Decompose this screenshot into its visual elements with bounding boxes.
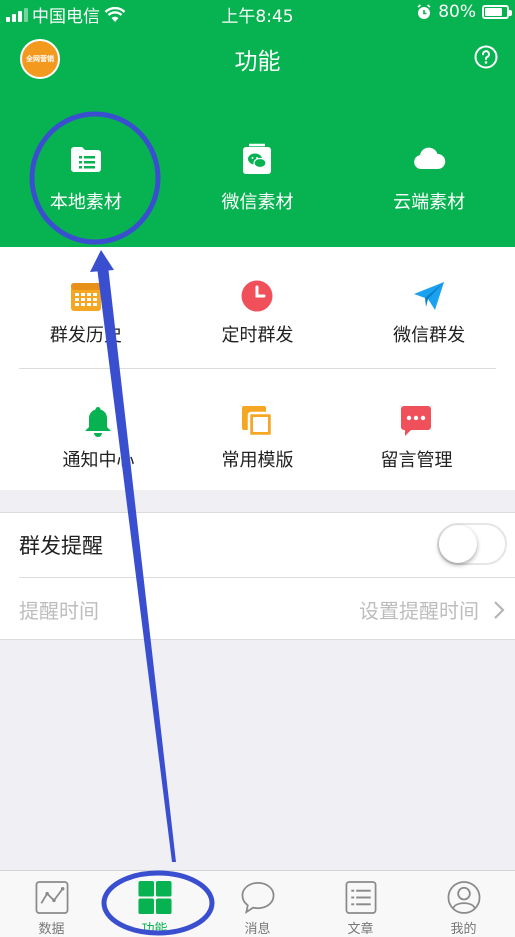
cloud-material-button[interactable]: 云端素材: [343, 90, 515, 247]
grid-row: 群发历史 定时群发 微信群发: [0, 247, 515, 368]
wechat-send-button[interactable]: 微信群发: [343, 247, 515, 368]
comment-management-label: 留言管理: [380, 450, 453, 471]
send-history-button[interactable]: 群发历史: [0, 247, 172, 368]
notification-center-button[interactable]: 通知中心: [19, 369, 178, 489]
article-list-icon: [345, 881, 376, 914]
template-button[interactable]: 常用模版: [178, 369, 337, 489]
grid-row: 通知中心 常用模版 留言管理: [19, 368, 496, 489]
tab-bar: 数据 功能 消息 文章 我的: [0, 870, 515, 937]
status-right: 80%: [416, 2, 512, 22]
chart-icon: [35, 881, 68, 914]
tab-function-label: 功能: [141, 922, 168, 937]
template-label: 常用模版: [221, 450, 294, 471]
chevron-right-icon: [494, 601, 505, 619]
local-material-label: 本地素材: [49, 192, 122, 213]
message-icon: [401, 406, 432, 436]
reminder-toggle[interactable]: [437, 523, 507, 565]
copy-icon: [242, 406, 274, 438]
page-title: 功能: [234, 49, 281, 75]
battery-percent: 80%: [438, 2, 476, 22]
reminder-time-label: 提醒时间: [19, 599, 99, 623]
paper-plane-icon: [414, 282, 445, 310]
status-bar: 中国电信 上午8:45 80%: [0, 0, 515, 27]
clock-icon: [241, 280, 273, 312]
tab-function[interactable]: 功能: [103, 871, 206, 937]
feature-grid: 群发历史 定时群发 微信群发 通知中心 常用模版 留言管理: [0, 247, 515, 490]
grid-icon: [137, 880, 172, 915]
bell-icon: [85, 407, 112, 437]
reminder-settings: 群发提醒 提醒时间 设置提醒时间: [0, 512, 515, 640]
tab-message-label: 消息: [244, 922, 271, 937]
wechat-folder-icon: [243, 143, 272, 174]
reminder-time-value: 设置提醒时间: [359, 599, 479, 623]
local-material-button[interactable]: 本地素材: [0, 90, 172, 247]
reminder-label: 群发提醒: [19, 534, 103, 558]
alarm-icon: [417, 4, 431, 19]
cloud-icon: [414, 147, 446, 169]
tab-data-label: 数据: [38, 922, 65, 937]
notification-center-label: 通知中心: [62, 450, 135, 471]
tab-data[interactable]: 数据: [0, 871, 103, 937]
cloud-material-label: 云端素材: [393, 192, 466, 213]
header: 全网营销 功能: [0, 26, 515, 90]
wechat-material-button[interactable]: 微信素材: [172, 90, 344, 247]
send-history-label: 群发历史: [49, 325, 122, 346]
tab-mine[interactable]: 我的: [412, 871, 515, 937]
reminder-toggle-row: 群发提醒: [0, 513, 515, 577]
tab-mine-label: 我的: [450, 922, 477, 937]
wechat-send-label: 微信群发: [393, 325, 466, 346]
user-icon: [447, 881, 480, 914]
chat-bubble-icon: [241, 882, 274, 914]
comment-management-button[interactable]: 留言管理: [337, 369, 496, 489]
tab-article-label: 文章: [347, 922, 374, 937]
help-icon[interactable]: [474, 45, 498, 69]
toggle-knob: [439, 525, 477, 563]
calendar-icon: [70, 283, 101, 311]
material-band: 本地素材 微信素材 云端素材: [0, 90, 515, 247]
wechat-material-label: 微信素材: [221, 192, 294, 213]
battery-icon: [482, 5, 512, 19]
scheduled-send-label: 定时群发: [221, 325, 294, 346]
reminder-time-row[interactable]: 提醒时间 设置提醒时间: [19, 577, 515, 641]
tab-message[interactable]: 消息: [206, 871, 309, 937]
folder-list-icon: [70, 147, 101, 172]
tab-article[interactable]: 文章: [309, 871, 412, 937]
scheduled-send-button[interactable]: 定时群发: [172, 247, 344, 368]
